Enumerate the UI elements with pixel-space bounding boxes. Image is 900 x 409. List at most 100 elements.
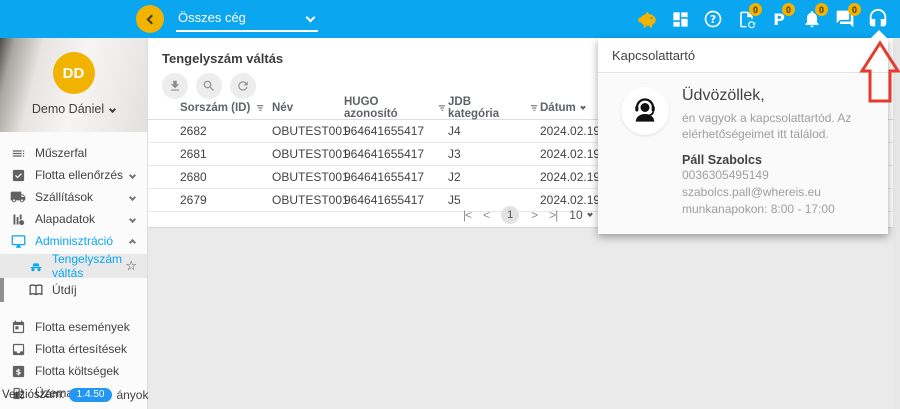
report-sync-icon[interactable]: 0 [734,7,758,31]
support-agent-icon [630,96,660,126]
sidebar-user-header: DD Demo Dániel [0,38,147,132]
cell-nev: OBUTEST001 [272,124,344,138]
chevron-down-icon [129,193,136,200]
contact-phone: 0036305495149 [682,167,872,184]
chevron-up-icon [129,239,136,246]
current-page-button[interactable]: 1 [501,206,519,224]
piggy-bank-icon [636,8,658,30]
nav-divider-gap [0,304,147,316]
truck-icon [10,189,26,205]
sidebar-item-administration[interactable]: Adminisztráció [0,230,147,252]
chevron-down-icon [129,171,136,178]
popup-avatar-col [608,87,682,218]
download-icon [168,79,182,93]
cell-sorszam: 2679 [180,193,272,207]
sidebar-subitem-toll[interactable]: Útdíj [0,278,147,302]
sidebar-item-label: Műszerfal [35,146,87,160]
apps-grid-icon[interactable] [668,7,692,31]
piggy-bank-icon[interactable] [635,7,659,31]
sidebar-item-fleet-events[interactable]: Flotta események [0,316,147,338]
cell-hugo: 964641655417 [344,170,448,184]
svg-text:$: $ [15,366,21,376]
page-title: Tengelyszám váltás [162,51,283,66]
user-name: Demo Dániel [32,102,104,116]
cell-nev: OBUTEST001 [272,147,344,161]
column-label: JDB kategória [448,96,524,120]
topbar-icon-group: ? 0 P 0 0 [635,0,890,38]
prev-page-button[interactable]: < [483,208,489,222]
book-icon [28,282,44,298]
parking-badge: 0 [782,3,795,16]
chevron-down-icon [306,13,316,23]
sort-icon [529,103,540,114]
parking-icon[interactable]: P 0 [767,7,791,31]
sort-icon [437,103,448,114]
version-label: Verziószám: [2,389,65,401]
popup-text: Üdvözöllek, én vagyok a kapcsolattartód.… [682,87,876,218]
fleet-check-icon [10,167,26,183]
sidebar-item-fleet-notifications[interactable]: Flotta értesítések [0,338,147,360]
sidebar: DD Demo Dániel Műszerfal Flotta ellenőrz… [0,38,148,409]
headset-icon[interactable] [866,7,890,31]
administration-submenu: Tengelyszám váltás ☆ Útdíj [0,254,147,302]
notifications-bell-icon[interactable]: 0 [800,7,824,31]
popup-body: Üdvözöllek, én vagyok a kapcsolattartód.… [598,73,888,234]
messages-icon[interactable]: 0 [833,7,857,31]
greeting: Üdvözöllek, [682,87,872,105]
contact-hours: munkanapokon: 8:00 - 17:00 [682,201,872,218]
sidebar-subitem-axle-change[interactable]: Tengelyszám váltás ☆ [0,254,147,278]
sidebar-item-shipments[interactable]: Szállítások [0,186,147,208]
column-header-sorszam[interactable]: Sorszám (ID) [180,102,272,114]
axle-icon [28,258,44,274]
sort-icon [255,103,266,114]
topbar: Összes cég [0,0,900,38]
column-label: Dátum [540,102,576,114]
messages-badge: 0 [848,3,861,16]
popup-title: Kapcsolattartó [598,38,888,73]
cell-jdb: J5 [448,193,540,207]
sort-desc-chevron-icon [580,104,586,110]
last-page-button[interactable]: >| [549,208,557,222]
report-sync-badge: 0 [749,3,762,16]
column-header-jdb[interactable]: JDB kategória [448,96,540,120]
collapse-sidebar-button[interactable] [136,5,164,33]
version-row: Verziószám: 1.4.50 ányok [2,388,148,402]
help-icon[interactable]: ? [701,7,725,31]
obscured-menu-item-label: ányok [116,388,148,402]
app-window: Összes cég [0,0,900,409]
sidebar-item-label: Adminisztráció [35,234,113,248]
chevron-down-icon [129,215,136,222]
svg-text:?: ? [710,13,716,26]
user-avatar[interactable]: DD [53,52,95,94]
cell-nev: OBUTEST001 [272,170,344,184]
annotation-arrow-up [857,40,900,104]
sidebar-item-label: Flotta ellenőrzés [35,168,123,182]
next-page-button[interactable]: > [531,208,537,222]
monitor-icon [10,233,26,249]
sidebar-item-fleet-check[interactable]: Flotta ellenőrzés [0,164,147,186]
sidebar-nav: Műszerfal Flotta ellenőrzés Szállítások … [0,132,147,404]
company-select[interactable]: Összes cég [176,7,318,32]
column-header-hugo[interactable]: HUGO azonosító [344,96,448,120]
version-badge: 1.4.50 [69,388,113,402]
sidebar-item-master-data[interactable]: Alapadatok [0,208,147,230]
popup-caret [871,30,887,38]
sidebar-item-fleet-costs[interactable]: $ Flotta költségek [0,360,147,382]
cell-jdb: J4 [448,124,540,138]
inbox-icon [10,341,26,357]
page-size-select[interactable]: 10 [569,208,591,222]
greeting-message: én vagyok a kapcsolattartód. Az elérhető… [682,110,862,142]
cell-sorszam: 2682 [180,124,272,138]
column-label: Sorszám (ID) [180,102,250,114]
favorite-star-icon[interactable]: ☆ [125,258,137,274]
first-page-button[interactable]: |< [463,208,471,222]
user-menu[interactable]: Demo Dániel [32,102,115,116]
search-icon [202,79,216,93]
cell-hugo: 964641655417 [344,124,448,138]
master-data-icon [10,211,26,227]
refresh-icon [236,79,250,93]
column-header-nev[interactable]: Név [272,102,344,114]
cell-jdb: J2 [448,170,540,184]
sidebar-item-dashboard[interactable]: Műszerfal [0,142,147,164]
sidebar-subitem-label: Útdíj [52,283,77,297]
